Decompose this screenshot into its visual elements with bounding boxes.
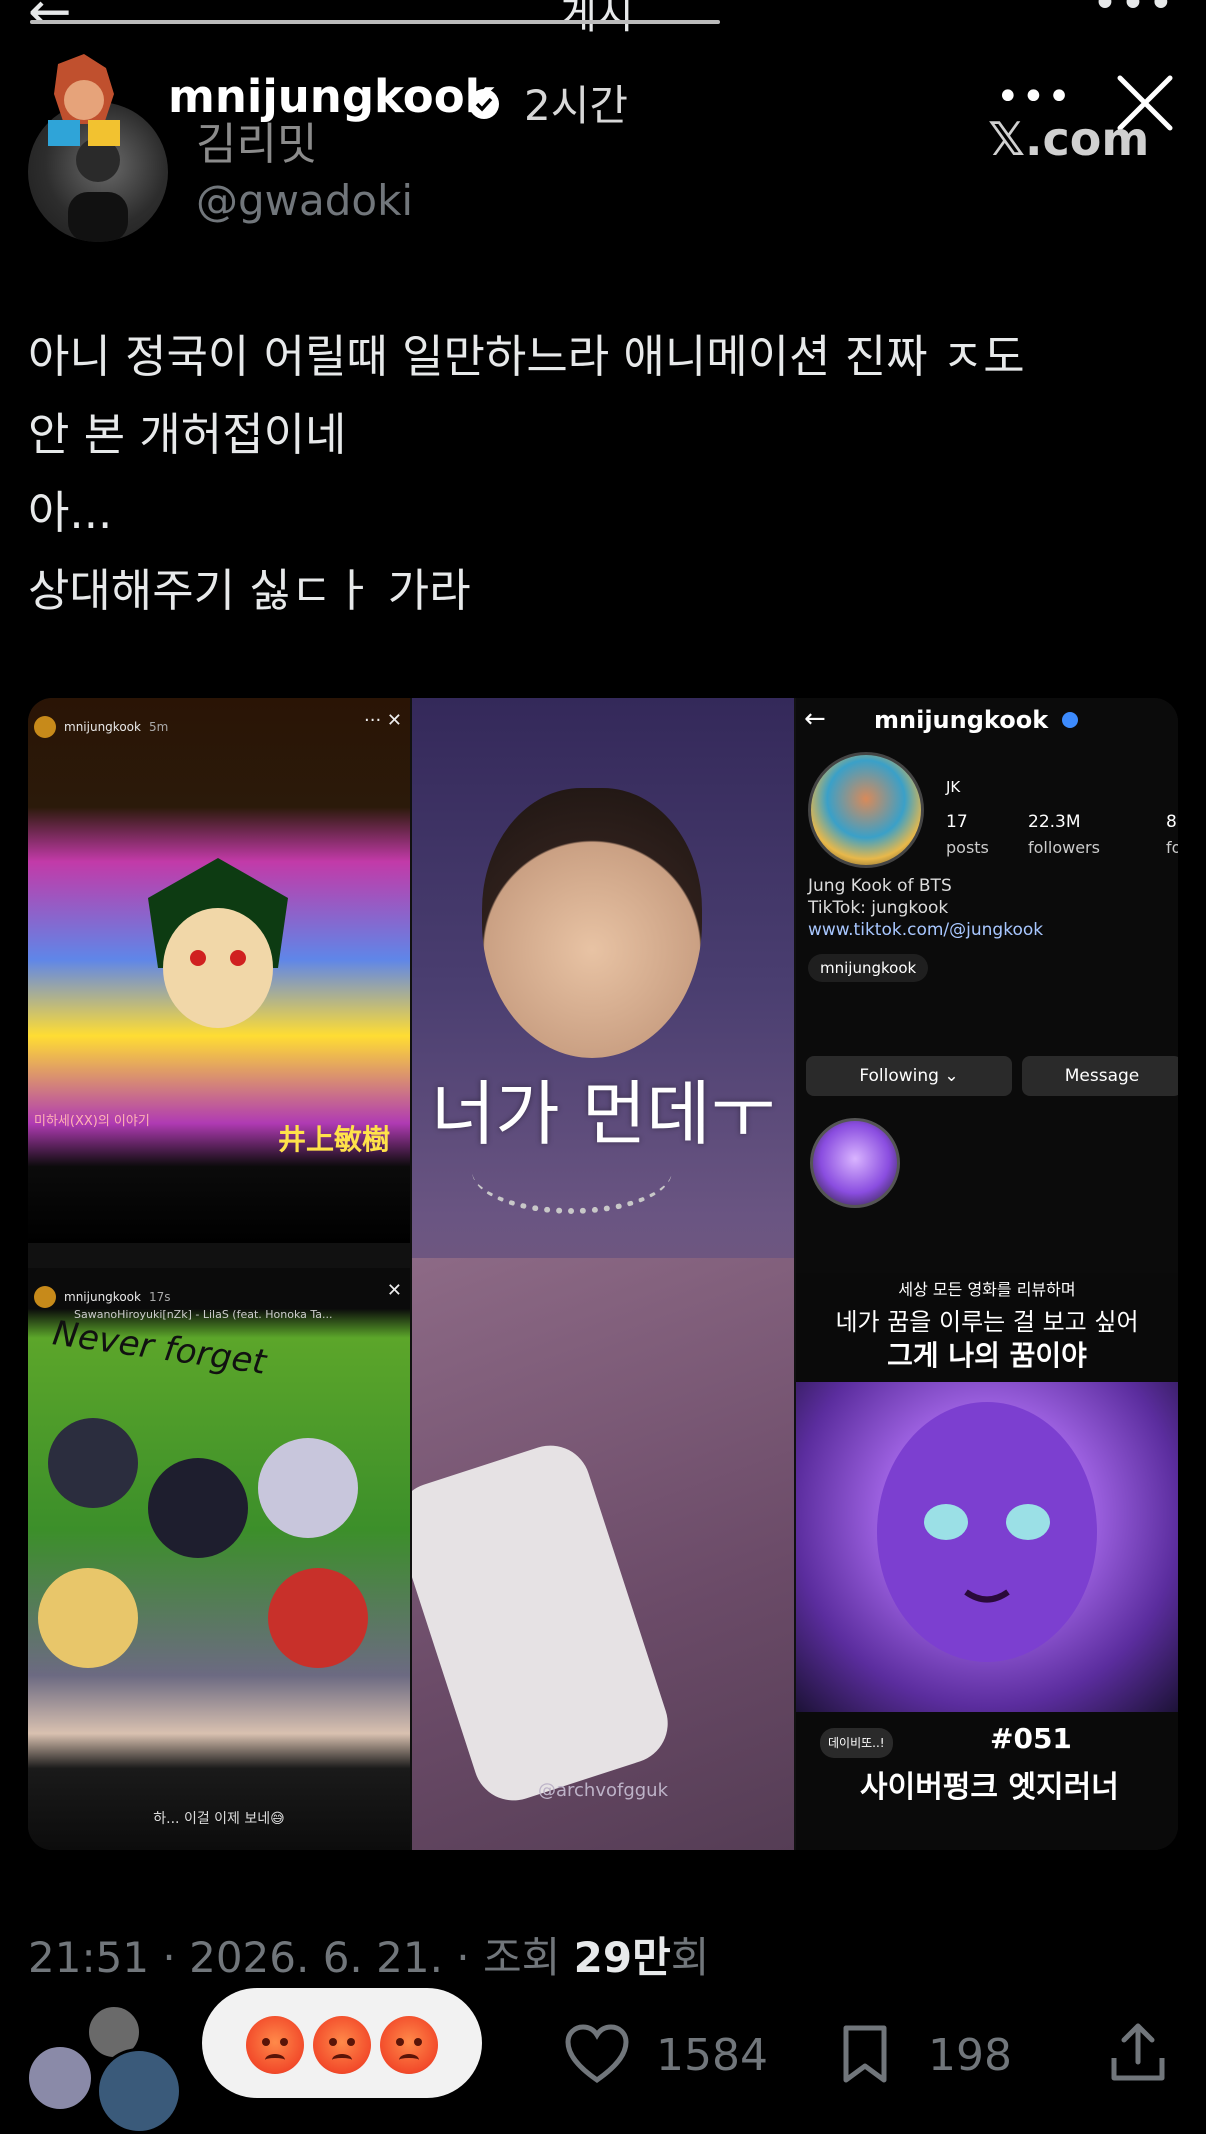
stat-posts-count: 17 <box>946 812 968 832</box>
views-suffix: 회 <box>670 1933 710 1982</box>
story-caption: 세상 모든 영화를 리뷰하며 <box>898 1280 1076 1299</box>
story-username: mnijungkook <box>64 1290 141 1304</box>
tweet-media[interactable]: mnijungkook 5m ··· ✕ 미하세(XX)의 이야기 井上敏樹 m… <box>28 698 1178 1850</box>
profile-username: mnijungkook <box>874 706 1049 734</box>
profile-bio-line: TikTok: jungkook <box>808 898 949 918</box>
views-count[interactable]: 29만 <box>574 1933 671 1982</box>
story-script-text: Never forget <box>50 1313 269 1383</box>
profile-bio-line: Jung Kook of BTS <box>808 876 952 896</box>
views-prefix: 조회 <box>482 1933 561 1982</box>
back-arrow-icon: ← <box>804 704 826 734</box>
story-caption: 그게 나의 꿈이야 <box>887 1339 1087 1372</box>
story-avatar <box>34 716 56 738</box>
heart-icon[interactable] <box>564 2024 630 2084</box>
story-caption: 미하세(XX)의 이야기 <box>34 1114 150 1129</box>
progress-line <box>30 20 720 24</box>
story-time: 5m <box>148 720 169 734</box>
story-header: mnijungkook 5m <box>34 712 168 742</box>
verified-icon <box>1062 712 1078 728</box>
like-count: 1584 <box>656 2030 768 2081</box>
character-head <box>258 1438 358 1538</box>
story-caption: 하... 이걸 이제 보네😅 <box>153 1811 285 1827</box>
video-tag: 데이비또..! <box>820 1728 893 1758</box>
story-avatar <box>34 1286 56 1308</box>
anime-character-illustration <box>148 858 288 1028</box>
reactor-avatars[interactable] <box>26 2004 186 2134</box>
tweet-text: 아니 정국이 어릴때 일만하느라 애니메이션 진짜 ㅈ도 안 본 개허접이네 아… <box>28 318 1178 630</box>
story-controls-icon: ✕ <box>386 1280 402 1301</box>
reactor-avatar <box>96 2048 182 2134</box>
share-icon[interactable] <box>1108 2020 1168 2084</box>
profile-avatar <box>808 752 924 868</box>
tweet-line: 안 본 개허접이네 <box>28 408 347 461</box>
stat-following-label: fo <box>1166 838 1178 857</box>
angry-emoji-icon <box>246 2016 304 2074</box>
story-music: SawanoHiroyuki[nZk] - LilaS (feat. Honok… <box>74 1308 333 1321</box>
character-head <box>268 1568 368 1668</box>
photo-overlay-text: 너가 먼데ㅜ <box>430 1073 776 1155</box>
stat-followers-label: followers <box>1028 838 1100 857</box>
message-button: Message <box>1022 1056 1178 1096</box>
media-story-1: mnijungkook 5m ··· ✕ 미하세(XX)의 이야기 井上敏樹 <box>28 698 410 1243</box>
story-caption: 네가 꿈을 이루는 걸 보고 싶어 <box>835 1308 1139 1336</box>
tweet-meta: 21:51 · 2026. 6. 21. · 조회 29만회 <box>28 1933 710 1982</box>
story-time: 17s <box>148 1290 171 1304</box>
story-highlight <box>810 1118 900 1208</box>
back-arrow-icon[interactable]: ← <box>28 0 72 38</box>
tweet-line: 아... <box>28 486 113 539</box>
video-title: 사이버펑크 엣지러너 <box>860 1770 1119 1805</box>
story-kanji: 井上敏樹 <box>277 1123 390 1156</box>
profile-link: www.tiktok.com/@jungkook <box>808 920 1044 940</box>
overlay-avatar[interactable] <box>44 54 124 150</box>
overlay-username[interactable]: mnijungkook <box>168 70 495 123</box>
stat-posts-label: posts <box>946 838 989 857</box>
story-controls-icon: ··· ✕ <box>364 710 402 731</box>
following-button: Following ⌄ <box>806 1056 1012 1096</box>
threads-badge: mnijungkook <box>808 954 929 982</box>
video-number: #051 <box>990 1722 1072 1755</box>
overlay-time: 2시간 <box>524 81 629 130</box>
face-illustration <box>482 788 702 1058</box>
bookmark-count: 198 <box>928 2030 1012 2081</box>
photo-watermark: @archvofgguk <box>537 1780 669 1801</box>
character-head <box>48 1418 138 1508</box>
media-story-2: mnijungkook 17s ✕ SawanoHiroyuki[nZk] - … <box>28 1268 410 1850</box>
verified-icon <box>466 86 502 122</box>
stat-followers-count: 22.3M <box>1028 812 1081 832</box>
tweet-line: 아니 정국이 어릴때 일만하느라 애니메이션 진짜 ㅈ도 <box>28 330 1025 383</box>
tweet-line: 상대해주기 싫ㄷㅏ 가라 <box>28 564 471 617</box>
tweet-time: 21:51 <box>28 1933 150 1982</box>
more-options-icon[interactable]: ••• <box>1092 0 1176 29</box>
character-head <box>38 1568 138 1668</box>
anime-character-illustration <box>796 1382 1178 1712</box>
tweet-date: 2026. 6. 21. <box>189 1933 443 1982</box>
x-com-logo: 𝕏.com <box>988 112 1150 166</box>
story-username: mnijungkook <box>64 720 141 734</box>
angry-emoji-icon <box>380 2016 438 2074</box>
reaction-bubble[interactable] <box>202 1988 482 2098</box>
stat-following-count: 8 <box>1166 812 1177 832</box>
media-photo: 너가 먼데ㅜ @archvofgguk <box>412 698 794 1850</box>
media-profile-screenshot: ← mnijungkook JK 17 posts 22.3M follower… <box>796 698 1178 1850</box>
character-head <box>148 1458 248 1558</box>
author-handle[interactable]: @gwadoki <box>196 176 413 225</box>
profile-name: JK <box>946 778 961 796</box>
angry-emoji-icon <box>313 2016 371 2074</box>
bookmark-icon[interactable] <box>840 2024 890 2084</box>
reactor-avatar <box>26 2044 94 2112</box>
